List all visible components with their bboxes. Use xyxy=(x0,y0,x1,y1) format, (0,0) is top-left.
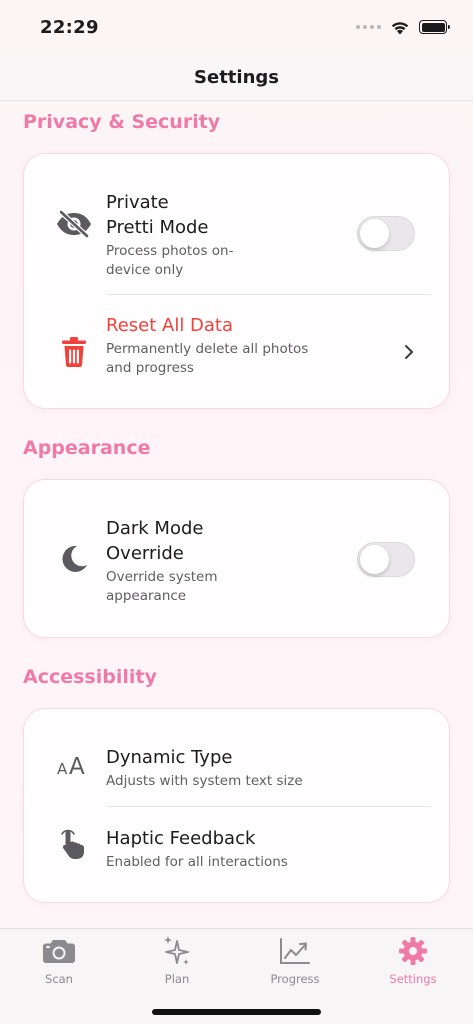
status-indicators xyxy=(356,20,450,35)
svg-text:A: A xyxy=(57,760,68,777)
dark-mode-title-line2: Override xyxy=(106,543,184,564)
tab-progress-label: Progress xyxy=(270,972,320,986)
section-title-appearance: Appearance xyxy=(23,437,151,459)
accessibility-card: A A Dynamic Type Adjusts with system tex… xyxy=(23,708,450,903)
dynamic-type-title: Dynamic Type xyxy=(106,747,233,768)
tab-scan[interactable]: Scan xyxy=(0,935,118,995)
private-mode-title-line2: Pretti Mode xyxy=(106,217,209,238)
battery-icon xyxy=(419,20,450,34)
private-mode-sub-line1: Process photos on- xyxy=(106,243,234,259)
dynamic-type-sub: Adjusts with system text size xyxy=(106,773,303,789)
tab-scan-label: Scan xyxy=(45,972,73,986)
sparkles-icon xyxy=(159,935,195,967)
haptic-feedback-text: Haptic Feedback Enabled for all interact… xyxy=(106,826,288,872)
camera-icon xyxy=(41,935,77,967)
gear-icon xyxy=(395,935,431,967)
haptic-feedback-title: Haptic Feedback xyxy=(106,828,256,849)
trash-icon xyxy=(54,332,94,372)
moon-icon xyxy=(54,539,94,579)
tab-progress[interactable]: Progress xyxy=(236,935,354,995)
reset-all-data-text: Reset All Data Permanently delete all ph… xyxy=(106,313,308,378)
dark-mode-row[interactable]: Dark Mode Override Override system appea… xyxy=(24,480,449,639)
appearance-card: Dark Mode Override Override system appea… xyxy=(23,479,450,638)
tab-plan-label: Plan xyxy=(164,972,190,986)
haptic-feedback-row[interactable]: Haptic Feedback Enabled for all interact… xyxy=(24,807,449,904)
settings-screen: 22:29 Settings Privacy & Security Privat… xyxy=(0,0,473,1024)
toggle-knob xyxy=(360,545,389,574)
private-mode-title-line1: Private xyxy=(106,192,169,213)
section-title-privacy: Privacy & Security xyxy=(23,111,221,133)
section-title-accessibility: Accessibility xyxy=(23,666,157,688)
status-time: 22:29 xyxy=(40,16,99,38)
dark-mode-title-line1: Dark Mode xyxy=(106,518,204,539)
privacy-card: Private Pretti Mode Process photos on- d… xyxy=(23,153,450,409)
page-title: Settings xyxy=(194,66,279,88)
chart-line-icon xyxy=(277,935,313,967)
toggle-knob xyxy=(360,219,389,248)
hand-tap-icon xyxy=(54,824,94,864)
private-mode-sub-line2: device only xyxy=(106,262,184,278)
dark-mode-sub-line1: Override system xyxy=(106,569,218,585)
tab-plan[interactable]: Plan xyxy=(118,935,236,995)
dynamic-type-row[interactable]: A A Dynamic Type Adjusts with system tex… xyxy=(24,709,449,806)
reset-all-data-sub-line1: Permanently delete all photos xyxy=(106,341,309,357)
svg-text:A: A xyxy=(69,754,85,777)
private-mode-text: Private Pretti Mode Process photos on- d… xyxy=(106,190,233,280)
eye-slash-icon xyxy=(54,204,94,244)
dark-mode-toggle[interactable] xyxy=(357,542,415,577)
reset-all-data-row[interactable]: Reset All Data Permanently delete all ph… xyxy=(24,295,449,409)
reset-all-data-sub-line2: and progress xyxy=(106,360,194,376)
private-mode-row[interactable]: Private Pretti Mode Process photos on- d… xyxy=(24,154,449,294)
text-size-icon: A A xyxy=(54,745,94,785)
wifi-icon xyxy=(391,21,409,34)
home-indicator[interactable] xyxy=(152,1009,321,1015)
tab-settings[interactable]: Settings xyxy=(354,935,472,995)
dark-mode-text: Dark Mode Override Override system appea… xyxy=(106,516,218,606)
settings-scroll-view[interactable]: Privacy & Security Private Pretti Mode P… xyxy=(0,101,473,928)
dynamic-type-text: Dynamic Type Adjusts with system text si… xyxy=(106,745,303,791)
status-bar: 22:29 xyxy=(0,0,473,54)
chevron-right-icon xyxy=(405,345,413,359)
reset-all-data-title: Reset All Data xyxy=(106,315,234,336)
tab-settings-label: Settings xyxy=(389,972,437,986)
dark-mode-sub-line2: appearance xyxy=(106,588,187,604)
navigation-bar: Settings xyxy=(0,54,473,101)
haptic-feedback-sub: Enabled for all interactions xyxy=(106,854,288,870)
private-mode-toggle[interactable] xyxy=(357,216,415,251)
cellular-signal-icon xyxy=(356,25,381,29)
